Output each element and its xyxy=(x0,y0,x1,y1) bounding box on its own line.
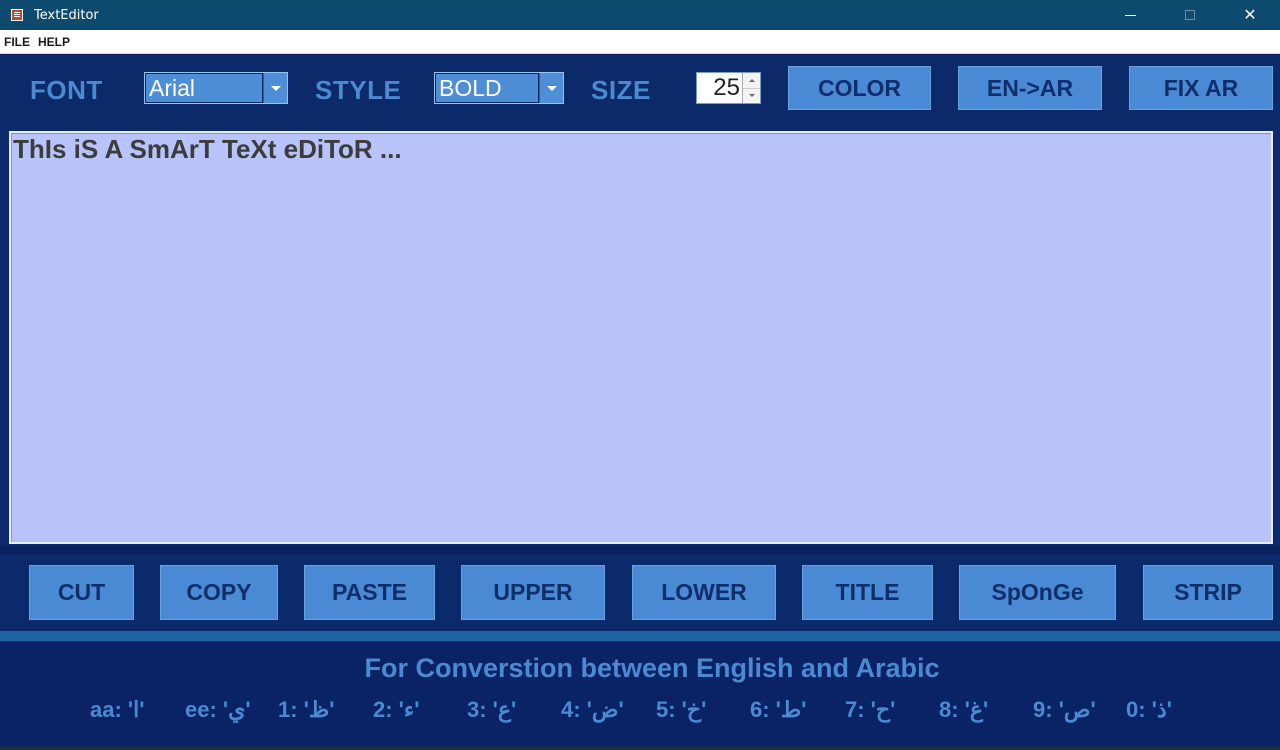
maximize-button[interactable] xyxy=(1160,0,1220,30)
color-button[interactable]: COLOR xyxy=(788,66,931,110)
fix-ar-button[interactable]: FIX AR xyxy=(1129,66,1273,110)
app-icon xyxy=(11,9,23,21)
style-select[interactable]: BOLD xyxy=(434,72,564,104)
menu-help[interactable]: HELP xyxy=(34,35,74,49)
paste-button[interactable]: PASTE xyxy=(304,565,435,620)
close-icon: ✕ xyxy=(1243,7,1257,24)
mapping-9: 9: 'ص' xyxy=(1033,697,1096,722)
mapping-5: 5: 'خ' xyxy=(656,697,707,722)
divider xyxy=(0,545,1280,555)
title-bar: TextEditor ✕ xyxy=(0,0,1280,30)
menu-bar: FILE HELP xyxy=(0,30,1280,54)
close-button[interactable]: ✕ xyxy=(1220,0,1280,30)
spinner-buttons xyxy=(742,73,760,103)
window-controls: ✕ xyxy=(1100,0,1280,30)
conversion-help-panel: For Converstion between English and Arab… xyxy=(0,641,1280,750)
spinner-up-icon[interactable] xyxy=(743,73,760,89)
mapping-8: 8: 'غ' xyxy=(939,697,989,722)
font-label: FONT xyxy=(30,75,103,105)
mapping-6: 6: 'ط' xyxy=(750,697,807,722)
upper-button[interactable]: UPPER xyxy=(461,565,605,620)
mapping-2: 2: 'ء' xyxy=(373,697,420,722)
en-to-ar-button[interactable]: EN->AR xyxy=(958,66,1102,110)
mapping-7: 7: 'ح' xyxy=(845,697,896,722)
mapping-1: 1: 'ظ' xyxy=(278,697,335,722)
style-select-value: BOLD xyxy=(435,73,539,103)
editor-text[interactable]: ThIs iS A SmArT TeXt eDiToR ... xyxy=(13,134,1269,165)
font-select[interactable]: Arial xyxy=(144,72,288,104)
copy-button[interactable]: COPY xyxy=(160,565,278,620)
chevron-down-icon[interactable] xyxy=(263,73,287,103)
minimize-icon xyxy=(1124,14,1136,16)
conversion-help-title: For Converstion between English and Arab… xyxy=(364,653,940,683)
action-toolbar: CUT COPY PASTE UPPER LOWER TITLE SpOnGe … xyxy=(0,555,1280,631)
format-toolbar: FONT Arial STYLE BOLD SIZE COLOR EN->AR … xyxy=(0,55,1280,121)
sponge-button[interactable]: SpOnGe xyxy=(959,565,1116,620)
maximize-icon xyxy=(1185,10,1195,20)
minimize-button[interactable] xyxy=(1100,0,1160,30)
style-label: STYLE xyxy=(315,75,402,105)
editor-panel: ThIs iS A SmArT TeXt eDiToR ... xyxy=(0,121,1280,555)
size-spinner-value[interactable]: 25 xyxy=(697,73,742,103)
strip-button[interactable]: STRIP xyxy=(1143,565,1273,620)
size-spinner[interactable]: 25 xyxy=(696,72,761,104)
font-select-value: Arial xyxy=(145,73,263,103)
menu-file[interactable]: FILE xyxy=(0,35,34,49)
mapping-0: 0: 'ذ' xyxy=(1126,697,1172,722)
divider xyxy=(0,631,1280,641)
mapping-4: 4: 'ض' xyxy=(561,697,624,722)
cut-button[interactable]: CUT xyxy=(29,565,134,620)
window-bottom-edge xyxy=(0,746,1280,750)
text-editor-area[interactable]: ThIs iS A SmArT TeXt eDiToR ... xyxy=(9,131,1273,544)
lower-button[interactable]: LOWER xyxy=(632,565,776,620)
spinner-down-icon[interactable] xyxy=(743,88,760,103)
chevron-down-icon[interactable] xyxy=(539,73,563,103)
mapping-ee: ee: 'ي' xyxy=(185,697,251,722)
window-title: TextEditor xyxy=(34,7,99,23)
title-button[interactable]: TITLE xyxy=(802,565,933,620)
mapping-aa: aa: 'ا' xyxy=(90,697,145,722)
size-label: SIZE xyxy=(591,75,651,105)
mapping-3: 3: 'ع' xyxy=(467,697,517,722)
